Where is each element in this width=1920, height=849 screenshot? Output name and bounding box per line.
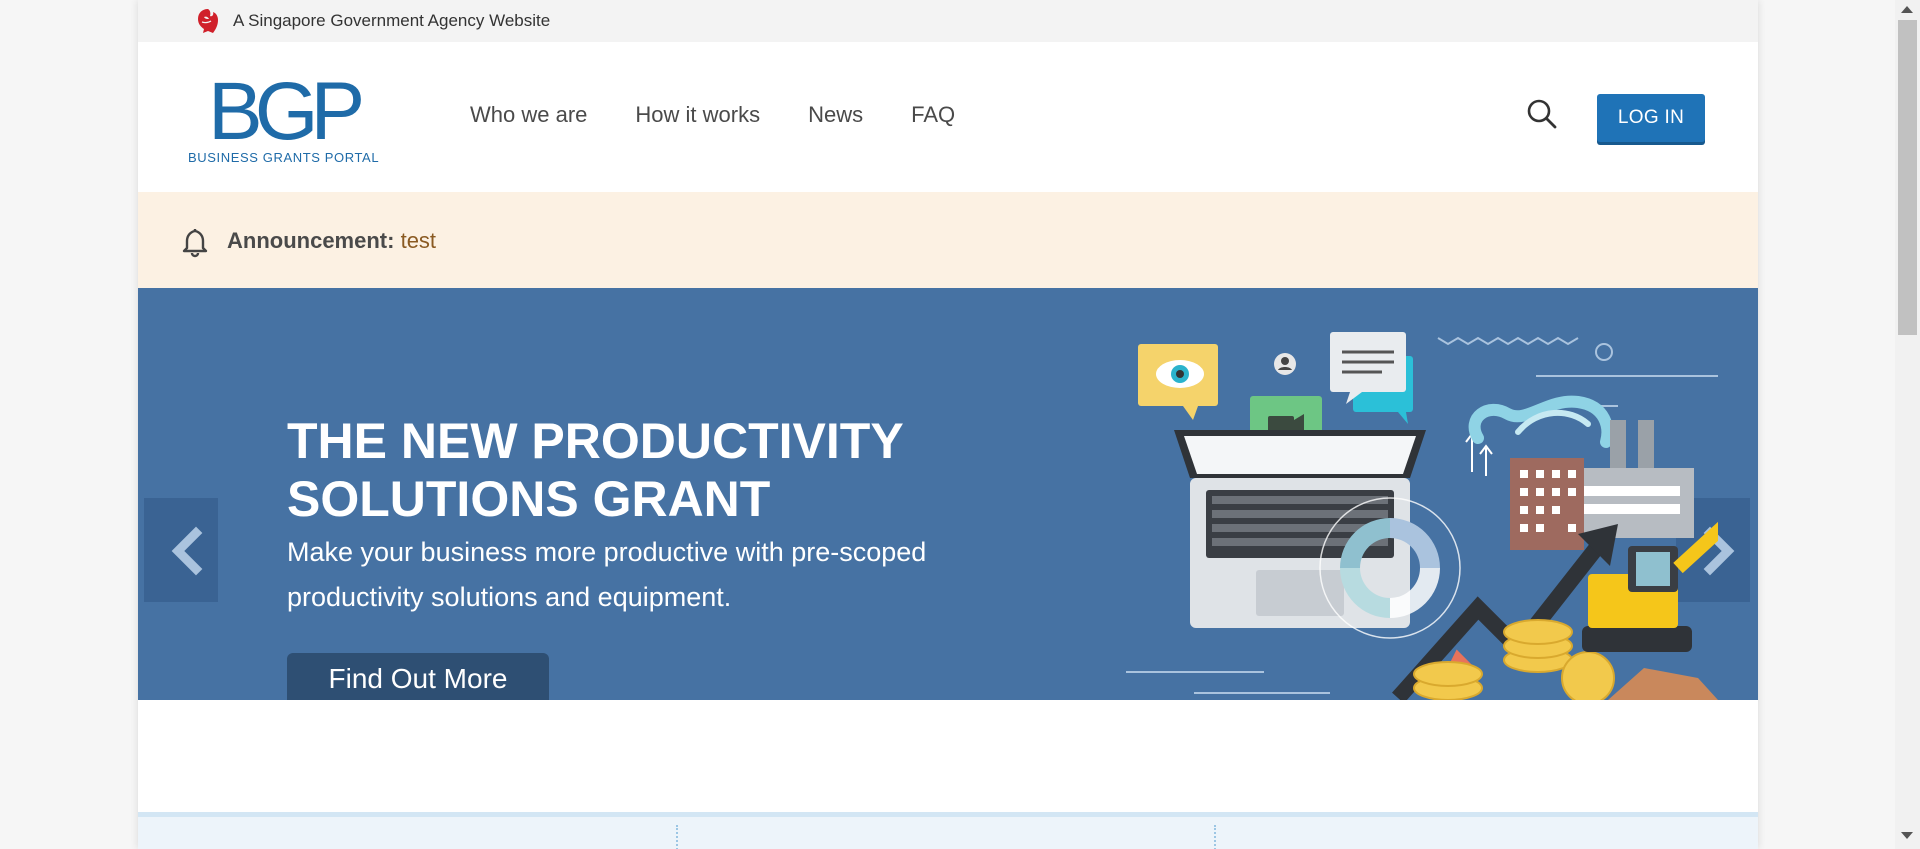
carousel-prev-button[interactable] <box>144 498 218 602</box>
find-out-more-button[interactable]: Find Out More <box>287 653 549 700</box>
hero-description: Make your business more productive with … <box>287 537 927 612</box>
band-divider <box>1214 825 1216 849</box>
hero-title: THE NEW PRODUCTIVITY SOLUTIONS GRANT <box>287 413 903 527</box>
logo-mark: BGP <box>208 66 365 157</box>
announcement-text: Announcement: test <box>227 228 436 254</box>
logo-subtitle: BUSINESS GRANTS PORTAL <box>188 150 380 165</box>
nav-news[interactable]: News <box>808 102 863 128</box>
bgp-logo[interactable]: BGP BUSINESS GRANTS PORTAL <box>188 66 380 168</box>
announcement-label: Announcement: <box>227 228 395 253</box>
band-divider <box>676 825 678 849</box>
login-button[interactable]: LOG IN <box>1597 94 1705 142</box>
site-header: BGP BUSINESS GRANTS PORTAL Who we are Ho… <box>138 42 1758 192</box>
gov-strip: A Singapore Government Agency Website <box>138 0 1758 42</box>
hero-carousel: THE NEW PRODUCTIVITY SOLUTIONS GRANT Mak… <box>138 288 1758 700</box>
page: A Singapore Government Agency Website BG… <box>138 0 1758 849</box>
bottom-band <box>138 812 1758 849</box>
announcement-bar: Announcement: test <box>138 192 1758 288</box>
lion-head-icon <box>198 9 218 33</box>
vertical-scrollbar[interactable] <box>1895 0 1920 849</box>
bell-icon <box>182 229 208 258</box>
gov-agency-text: A Singapore Government Agency Website <box>233 11 551 30</box>
nav-how-it-works[interactable]: How it works <box>635 102 760 128</box>
chevron-left-icon <box>171 526 203 576</box>
scroll-down-arrow-icon[interactable] <box>1901 832 1913 839</box>
nav-who-we-are[interactable]: Who we are <box>470 102 587 128</box>
productivity-illustration <box>1126 332 1718 700</box>
search-icon[interactable] <box>1526 98 1558 130</box>
scroll-up-arrow-icon[interactable] <box>1901 6 1913 13</box>
main-nav: Who we are How it works News FAQ <box>470 102 955 128</box>
announcement-value[interactable]: test <box>401 228 436 253</box>
nav-faq[interactable]: FAQ <box>911 102 955 128</box>
scroll-thumb[interactable] <box>1898 20 1917 335</box>
